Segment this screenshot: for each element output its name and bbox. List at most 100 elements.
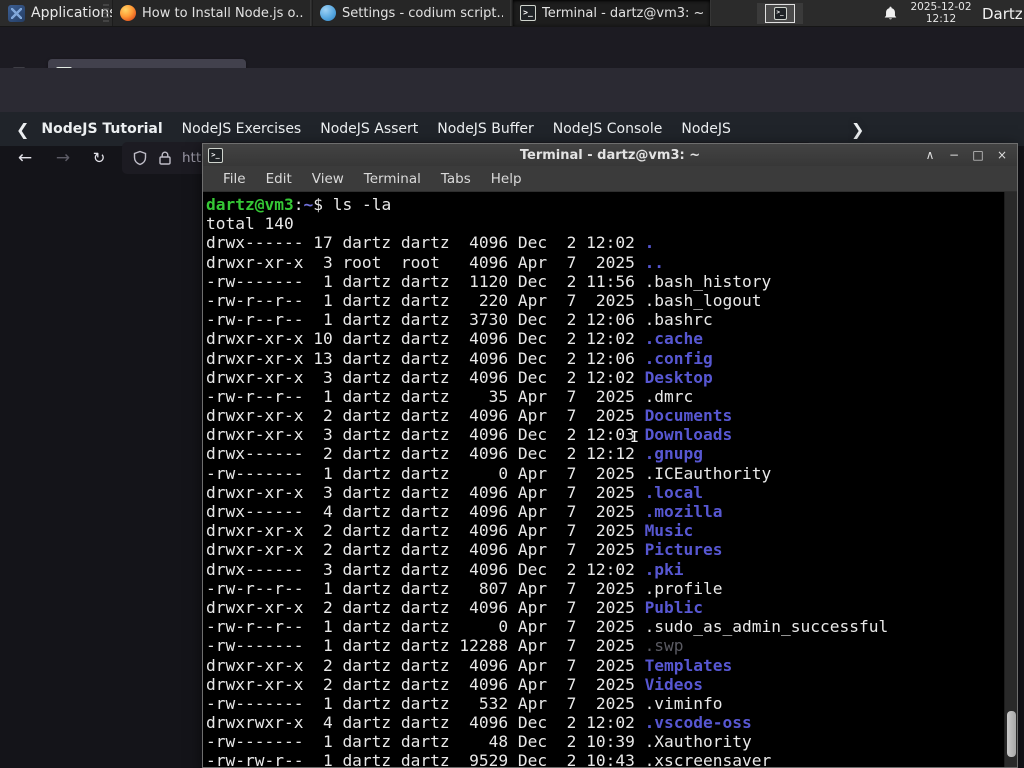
back-button[interactable]: ← — [12, 146, 38, 170]
file-name: .ICEauthority — [644, 463, 772, 483]
site-nav-link[interactable]: NodeJS Assert — [320, 121, 418, 137]
terminal-minimize-button[interactable]: − — [947, 148, 961, 162]
notification-bell-icon[interactable] — [882, 5, 899, 22]
menu-view[interactable]: View — [302, 171, 354, 187]
terminal-output-line: drwx------ 4 dartz dartz 4096 Apr 7 2025… — [206, 502, 1004, 521]
prompt-dollar: $ — [313, 195, 333, 214]
file-attributes: drwxr-xr-x 2 dartz dartz 4096 Apr 7 2025 — [206, 521, 645, 541]
nav-scroll-right-icon[interactable]: ❯ — [848, 119, 868, 139]
terminal-titlebar[interactable]: >_ Terminal - dartz@vm3: ~ ∧ − □ × — [203, 144, 1017, 166]
lock-icon[interactable] — [157, 150, 173, 166]
file-attributes: drwx------ 3 dartz dartz 4096 Dec 2 12:0… — [206, 559, 645, 579]
site-nav-link[interactable]: NodeJS Crypto — [681, 121, 731, 137]
terminal-output-line: drwxr-xr-x 2 dartz dartz 4096 Apr 7 2025… — [206, 656, 1004, 675]
directory-name: .. — [644, 252, 665, 272]
terminal-output[interactable]: dartz@vm3:~$ ls -la total 140 drwx------… — [203, 192, 1004, 767]
terminal-output-line: -rw------- 1 dartz dartz 1120 Dec 2 11:5… — [206, 272, 1004, 291]
menu-help[interactable]: Help — [481, 171, 532, 187]
taskbar-button-terminal[interactable]: >_ Terminal - dartz@vm3: ~ — [512, 0, 711, 26]
tracking-shield-icon[interactable] — [132, 150, 148, 166]
directory-name: .vscode-oss — [644, 713, 752, 733]
reload-button[interactable]: ↻ — [86, 146, 112, 170]
file-name: .bash_history — [644, 271, 772, 291]
terminal-window-controls: ∧ − □ × — [923, 148, 1017, 162]
terminal-output-line: drwxrwxr-x 4 dartz dartz 4096 Dec 2 12:0… — [206, 713, 1004, 732]
username-label: Dartz — [982, 4, 1023, 23]
site-navigation-bar: ❮ NodeJS Tutorial NodeJS Exercises NodeJS … — [0, 112, 1024, 255]
terminal-icon: >_ — [773, 7, 787, 20]
file-attributes: drwxr-xr-x 10 dartz dartz 4096 Dec 2 12:… — [206, 329, 645, 349]
terminal-output-line: -rw------- 1 dartz dartz 0 Apr 7 2025 .I… — [206, 464, 1004, 483]
file-attributes: -rw------- 1 dartz dartz 0 Apr 7 2025 — [206, 463, 645, 483]
forward-button[interactable]: → — [50, 146, 76, 170]
workspace-active-cell[interactable]: >_ — [765, 4, 795, 23]
taskbar-button-firefox[interactable]: How to Install Node.js o... — [112, 0, 311, 26]
firefox-tab-bar: ∞ How to Install Node.js on × + ∨ − □ × — [0, 27, 1024, 90]
terminal-output-line: -rw------- 1 dartz dartz 48 Dec 2 10:39 … — [206, 732, 1004, 751]
text-cursor-pointer: I — [630, 428, 640, 446]
terminal-output-line: -rw------- 1 dartz dartz 532 Apr 7 2025 … — [206, 694, 1004, 713]
directory-name: .config — [644, 348, 713, 368]
terminal-output-line: drwxr-xr-x 13 dartz dartz 4096 Dec 2 12:… — [206, 349, 1004, 368]
terminal-output-line: drwx------ 2 dartz dartz 4096 Dec 2 12:1… — [206, 444, 1004, 463]
directory-name: Desktop — [644, 367, 713, 387]
terminal-scrollbar[interactable] — [1004, 192, 1017, 767]
file-name: .Xauthority — [644, 732, 752, 752]
clock[interactable]: 2025-12-02 12:12 — [903, 1, 979, 25]
file-name: .viminfo — [644, 693, 723, 713]
file-name: .xscreensaver — [644, 751, 772, 767]
desktop: Applications How to Install Node.js o...… — [0, 0, 1024, 768]
file-attributes: drwxr-xr-x 2 dartz dartz 4096 Apr 7 2025 — [206, 597, 645, 617]
file-attributes: drwx------ 17 dartz dartz 4096 Dec 2 12:… — [206, 233, 645, 253]
typed-command: ls -la — [332, 195, 392, 214]
file-attributes: -rw------- 1 dartz dartz 1120 Dec 2 11:5… — [206, 271, 645, 291]
terminal-output-line: -rw-r--r-- 1 dartz dartz 35 Apr 7 2025 .… — [206, 387, 1004, 406]
terminal-output-line: drwxr-xr-x 10 dartz dartz 4096 Dec 2 12:… — [206, 329, 1004, 348]
menu-terminal[interactable]: Terminal — [354, 171, 431, 187]
file-name: .swp — [644, 636, 684, 656]
prompt-cwd: ~ — [303, 195, 314, 214]
terminal-shade-button[interactable]: ∧ — [923, 148, 937, 162]
site-nav-link[interactable]: NodeJS Tutorial — [41, 121, 162, 137]
nav-scroll-left-icon[interactable]: ❮ — [16, 120, 29, 139]
firefox-toolbar: ← → ↻ https://www.geeksforgeeks.org/node… — [0, 68, 1024, 174]
terminal-output-line: -rw-r--r-- 1 dartz dartz 0 Apr 7 2025 .s… — [206, 617, 1004, 636]
file-attributes: drwxr-xr-x 2 dartz dartz 4096 Apr 7 2025 — [206, 540, 645, 560]
taskbar-button-vscodium[interactable]: Settings - codium script... — [312, 0, 511, 26]
directory-name: Videos — [644, 674, 704, 694]
terminal-window-title: Terminal - dartz@vm3: ~ — [519, 147, 701, 163]
directory-name: .pki — [644, 559, 684, 579]
directory-name: .local — [644, 482, 704, 502]
terminal-close-button[interactable]: × — [995, 148, 1009, 162]
workspace-switcher[interactable]: >_ — [757, 3, 803, 24]
scrollbar-thumb[interactable] — [1007, 711, 1016, 757]
terminal-window: >_ Terminal - dartz@vm3: ~ ∧ − □ × File E… — [202, 143, 1018, 768]
menu-tabs[interactable]: Tabs — [431, 171, 481, 187]
menu-file[interactable]: File — [213, 171, 256, 187]
file-attributes: -rw-rw-r-- 1 dartz dartz 9529 Dec 2 10:4… — [206, 751, 645, 767]
menu-edit[interactable]: Edit — [256, 171, 302, 187]
file-name: .bash_logout — [644, 290, 762, 310]
taskbar-button-label: Settings - codium script... — [342, 5, 503, 21]
directory-name: Public — [644, 597, 704, 617]
site-nav-link[interactable]: NodeJS Exercises — [182, 121, 302, 137]
file-attributes: -rw-r--r-- 1 dartz dartz 807 Apr 7 2025 — [206, 578, 645, 598]
file-attributes: -rw-r--r-- 1 dartz dartz 0 Apr 7 2025 — [206, 617, 645, 637]
terminal-output-line: drwxr-xr-x 3 dartz dartz 4096 Apr 7 2025… — [206, 483, 1004, 502]
file-attributes: drwx------ 4 dartz dartz 4096 Apr 7 2025 — [206, 502, 645, 521]
directory-name: .mozilla — [644, 502, 723, 521]
terminal-menubar: File Edit View Terminal Tabs Help — [203, 166, 1017, 192]
site-nav-link[interactable]: NodeJS Console — [553, 121, 663, 137]
terminal-output-line: drwxr-xr-x 2 dartz dartz 4096 Apr 7 2025… — [206, 521, 1004, 540]
file-attributes: drwxr-xr-x 3 dartz dartz 4096 Dec 2 12:0… — [206, 367, 645, 387]
terminal-prompt-line: dartz@vm3:~$ ls -la — [206, 195, 1004, 214]
user-menu[interactable]: Dartz — [982, 0, 1023, 27]
terminal-output-line: -rw-r--r-- 1 dartz dartz 220 Apr 7 2025 … — [206, 291, 1004, 310]
file-name: .dmrc — [644, 386, 694, 406]
file-attributes: drwxr-xr-x 13 dartz dartz 4096 Dec 2 12:… — [206, 348, 645, 368]
directory-name: .cache — [644, 329, 704, 349]
site-nav-link[interactable]: NodeJS Buffer — [437, 121, 534, 137]
file-attributes: -rw-r--r-- 1 dartz dartz 3730 Dec 2 12:0… — [206, 310, 645, 330]
terminal-output-line: -rw------- 1 dartz dartz 12288 Apr 7 202… — [206, 636, 1004, 655]
terminal-maximize-button[interactable]: □ — [971, 148, 985, 162]
